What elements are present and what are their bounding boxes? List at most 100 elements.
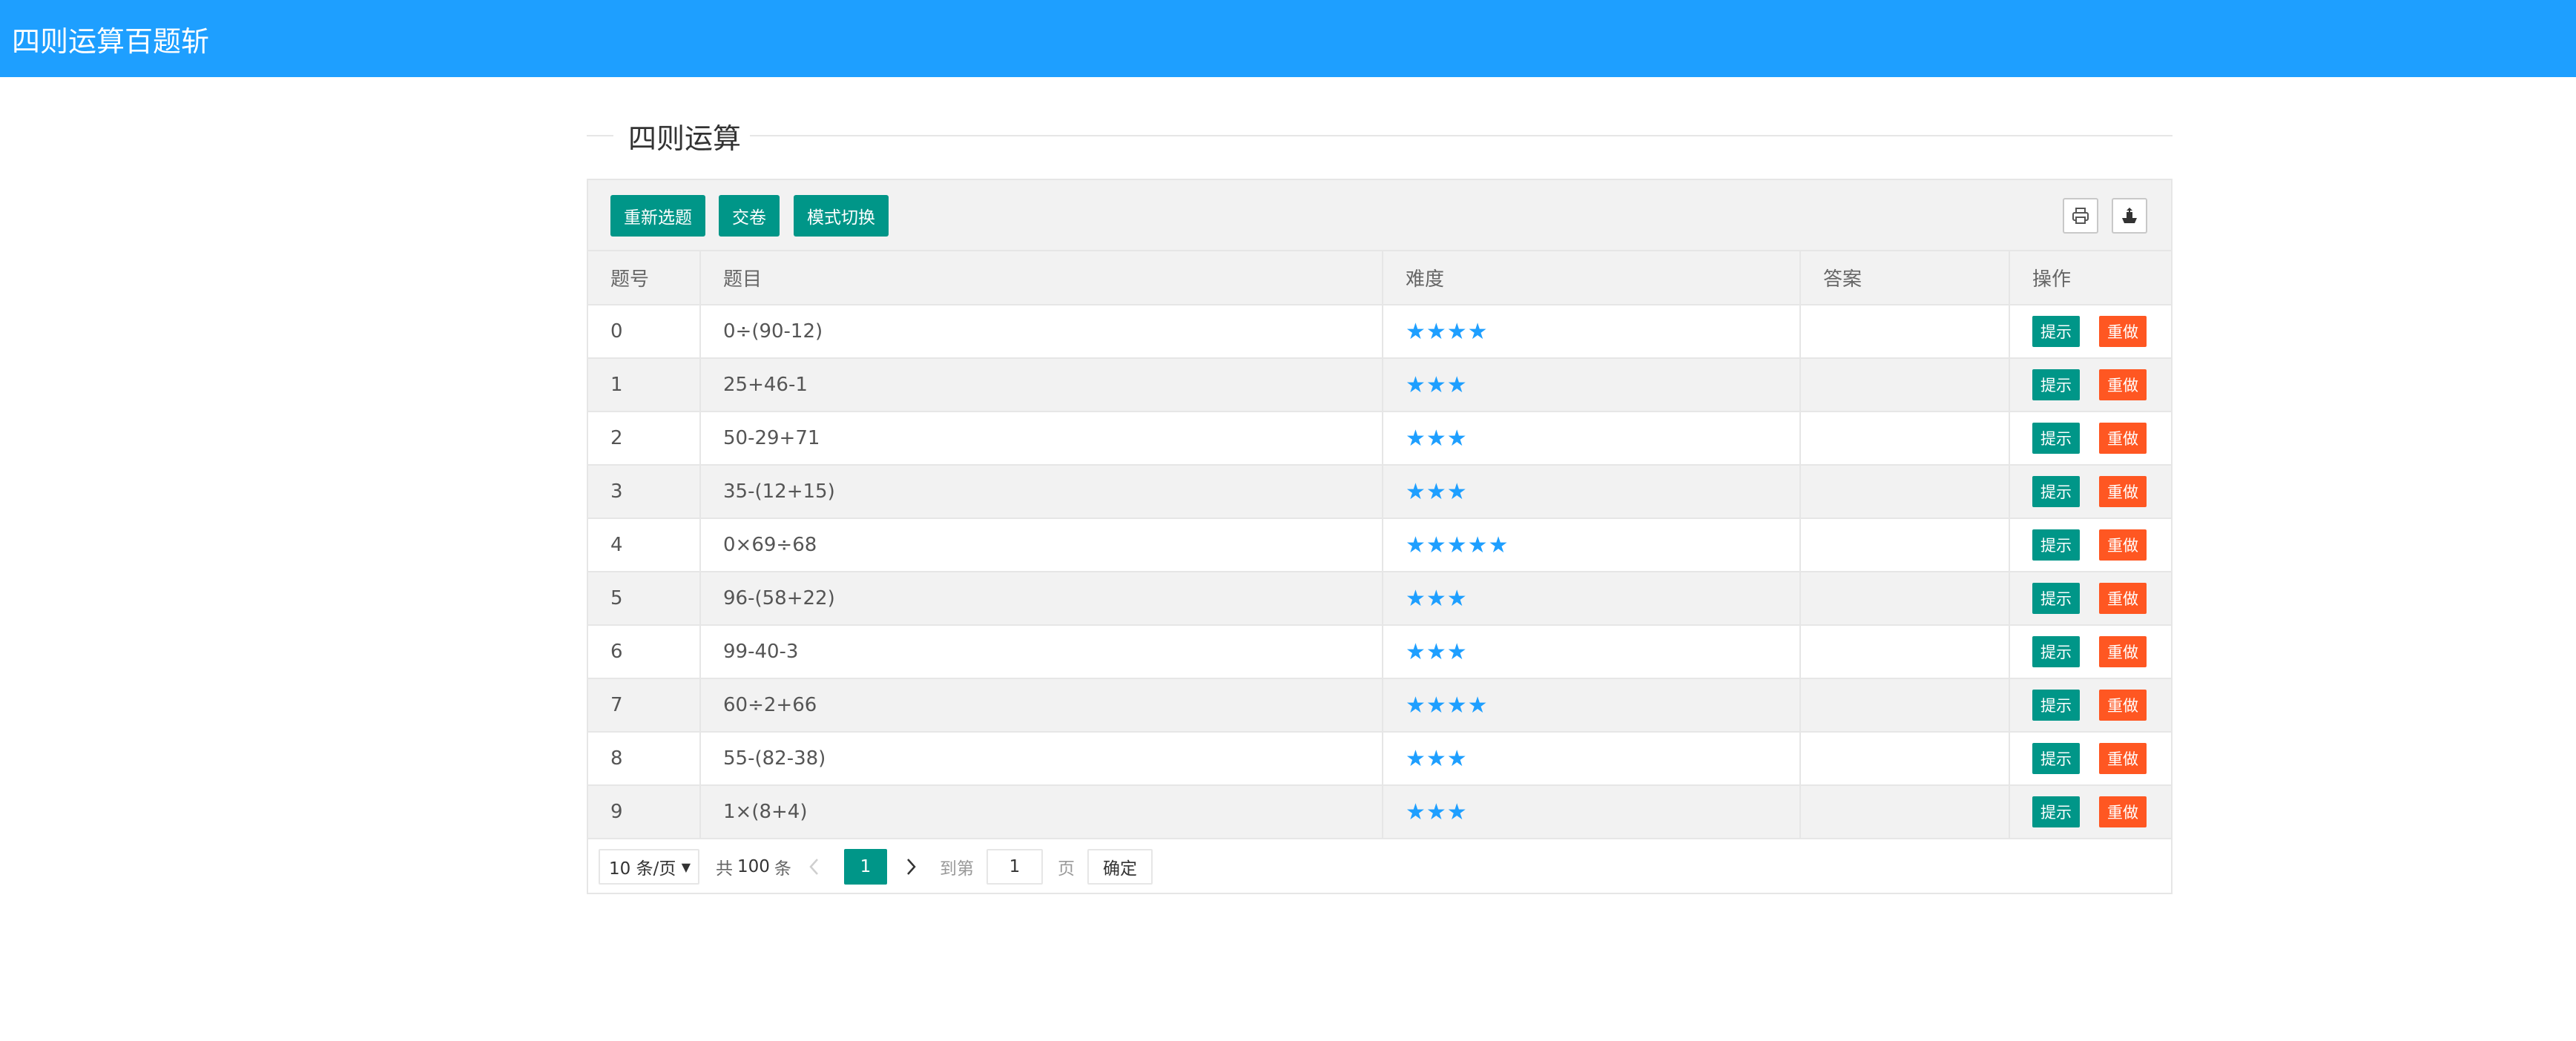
hint-button[interactable]: 提示 <box>2032 316 2080 347</box>
total-prefix: 共 <box>716 859 733 879</box>
row-no: 1 <box>588 358 701 412</box>
reselect-button[interactable]: 重新选题 <box>610 195 705 237</box>
hint-button[interactable]: 提示 <box>2032 529 2080 561</box>
row-answer[interactable] <box>1800 785 2010 839</box>
goto-confirm-button[interactable]: 确定 <box>1087 849 1153 885</box>
row-no: 6 <box>588 625 701 679</box>
row-no: 7 <box>588 678 701 733</box>
hint-button[interactable]: 提示 <box>2032 476 2080 507</box>
mode-switch-button[interactable]: 模式切换 <box>794 195 889 237</box>
difficulty-stars: ★★★★ <box>1406 692 1489 718</box>
chevron-left-icon <box>809 859 818 875</box>
app-title: 四则运算百题斩 <box>12 24 210 58</box>
row-answer[interactable] <box>1800 678 2010 733</box>
redo-button[interactable]: 重做 <box>2099 369 2147 400</box>
row-question: 0÷(90-12) <box>700 305 1383 359</box>
chevron-right-icon <box>907 859 916 875</box>
difficulty-stars: ★★★ <box>1406 478 1468 505</box>
difficulty-stars: ★★★ <box>1406 425 1468 452</box>
question-table-panel: 重新选题 交卷 模式切换 题号 题目 难度 答案 操作 0 0÷(90-12) … <box>587 179 2173 894</box>
row-question: 35-(12+15) <box>700 465 1383 519</box>
hint-button[interactable]: 提示 <box>2032 743 2080 774</box>
hint-button[interactable]: 提示 <box>2032 583 2080 614</box>
column-header-answer[interactable]: 答案 <box>1800 251 2010 305</box>
section-header: 四则运算 <box>587 113 2173 157</box>
goto-label: 到第 <box>940 859 974 879</box>
row-answer[interactable] <box>1800 358 2010 412</box>
row-question: 99-40-3 <box>700 625 1383 679</box>
page-label: 页 <box>1058 859 1075 879</box>
hint-button[interactable]: 提示 <box>2032 369 2080 400</box>
redo-button[interactable]: 重做 <box>2099 690 2147 721</box>
redo-button[interactable]: 重做 <box>2099 316 2147 347</box>
difficulty-stars: ★★★★★ <box>1406 532 1509 558</box>
current-page-button[interactable]: 1 <box>844 849 887 885</box>
table-row: 2 50-29+71 ★★★ 提示 重做 <box>588 412 2171 466</box>
column-header-difficulty[interactable]: 难度 <box>1383 251 1801 305</box>
question-table: 题号 题目 难度 答案 操作 0 0÷(90-12) ★★★★ 提示 重做 1 2… <box>588 251 2171 839</box>
hint-button[interactable]: 提示 <box>2032 423 2080 454</box>
row-answer[interactable] <box>1800 412 2010 466</box>
hint-button[interactable]: 提示 <box>2032 796 2080 827</box>
total-value: 100 <box>737 857 770 876</box>
submit-button[interactable]: 交卷 <box>719 195 780 237</box>
hint-button[interactable]: 提示 <box>2032 690 2080 721</box>
table-row: 4 0×69÷68 ★★★★★ 提示 重做 <box>588 518 2171 572</box>
row-question: 96-(58+22) <box>700 572 1383 626</box>
table-header-row: 题号 题目 难度 答案 操作 <box>588 251 2171 305</box>
row-no: 2 <box>588 412 701 466</box>
difficulty-stars: ★★★★ <box>1406 318 1489 345</box>
redo-button[interactable]: 重做 <box>2099 583 2147 614</box>
redo-button[interactable]: 重做 <box>2099 636 2147 667</box>
difficulty-stars: ★★★ <box>1406 745 1468 772</box>
redo-button[interactable]: 重做 <box>2099 476 2147 507</box>
table-row: 0 0÷(90-12) ★★★★ 提示 重做 <box>588 305 2171 359</box>
row-answer[interactable] <box>1800 305 2010 359</box>
difficulty-stars: ★★★ <box>1406 371 1468 398</box>
page-size-value: 10 条/页 <box>609 859 676 879</box>
prev-page-button[interactable] <box>808 849 821 885</box>
row-answer[interactable] <box>1800 572 2010 626</box>
redo-button[interactable]: 重做 <box>2099 423 2147 454</box>
row-answer[interactable] <box>1800 732 2010 786</box>
row-question: 25+46-1 <box>700 358 1383 412</box>
caret-down-icon: ▼ <box>681 859 691 874</box>
total-suffix: 条 <box>774 859 791 879</box>
section-title: 四则运算 <box>628 122 742 155</box>
table-toolbar: 重新选题 交卷 模式切换 <box>588 180 2171 251</box>
app-header: 四则运算百题斩 <box>0 0 2576 77</box>
difficulty-stars: ★★★ <box>1406 638 1468 665</box>
column-header-question[interactable]: 题目 <box>700 251 1383 305</box>
column-header-actions[interactable]: 操作 <box>2009 251 2171 305</box>
hint-button[interactable]: 提示 <box>2032 636 2080 667</box>
row-no: 5 <box>588 572 701 626</box>
row-answer[interactable] <box>1800 518 2010 572</box>
pagination: 10 条/页 ▼ 共 100 条 1 到第 1 页 确定 <box>588 840 2171 893</box>
row-question: 55-(82-38) <box>700 732 1383 786</box>
next-page-button[interactable] <box>904 849 918 885</box>
row-no: 8 <box>588 732 701 786</box>
print-icon[interactable] <box>2063 198 2098 234</box>
difficulty-stars: ★★★ <box>1406 585 1468 612</box>
section-divider-right <box>750 135 2173 136</box>
row-question: 1×(8+4) <box>700 785 1383 839</box>
table-row: 8 55-(82-38) ★★★ 提示 重做 <box>588 732 2171 786</box>
row-answer[interactable] <box>1800 465 2010 519</box>
row-no: 3 <box>588 465 701 519</box>
table-row: 1 25+46-1 ★★★ 提示 重做 <box>588 358 2171 412</box>
table-row: 3 35-(12+15) ★★★ 提示 重做 <box>588 465 2171 519</box>
export-icon[interactable] <box>2112 198 2147 234</box>
row-no: 9 <box>588 785 701 839</box>
redo-button[interactable]: 重做 <box>2099 743 2147 774</box>
column-header-no[interactable]: 题号 <box>588 251 701 305</box>
goto-page-input[interactable]: 1 <box>986 849 1043 885</box>
redo-button[interactable]: 重做 <box>2099 529 2147 561</box>
total-count: 共 100 条 <box>716 849 791 885</box>
row-question: 0×69÷68 <box>700 518 1383 572</box>
row-no: 0 <box>588 305 701 359</box>
section-divider-left <box>587 135 613 136</box>
row-answer[interactable] <box>1800 625 2010 679</box>
redo-button[interactable]: 重做 <box>2099 796 2147 827</box>
difficulty-stars: ★★★ <box>1406 799 1468 825</box>
page-size-select[interactable]: 10 条/页 ▼ <box>599 849 699 885</box>
